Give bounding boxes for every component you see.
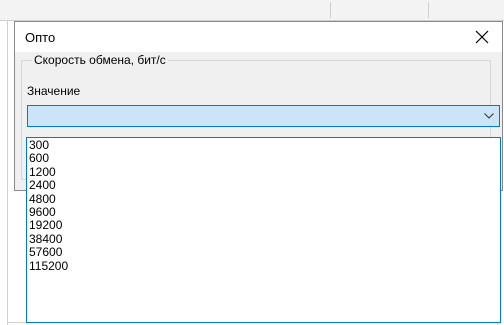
- dropdown-option-38400[interactable]: 38400: [27, 232, 500, 246]
- background-divider: [428, 2, 429, 18]
- dropdown-option-1200[interactable]: 1200: [27, 165, 500, 179]
- dropdown-option-2400[interactable]: 2400: [27, 178, 500, 192]
- dropdown-option-600[interactable]: 600: [27, 151, 500, 165]
- baud-rate-dropdown-list[interactable]: 300 600 1200 2400 4800 9600 19200 38400 …: [26, 137, 501, 323]
- dialog-titlebar[interactable]: Опто: [15, 22, 502, 52]
- value-label: Значение: [27, 84, 81, 98]
- background-divider: [330, 2, 331, 18]
- close-icon: [475, 30, 489, 44]
- dropdown-option-57600[interactable]: 57600: [27, 245, 500, 259]
- chevron-down-icon: [484, 113, 494, 119]
- close-button[interactable]: [462, 22, 502, 52]
- dropdown-option-115200[interactable]: 115200: [27, 259, 500, 273]
- dropdown-option-19200[interactable]: 19200: [27, 218, 500, 232]
- baud-rate-combobox[interactable]: [27, 105, 500, 127]
- dropdown-option-4800[interactable]: 4800: [27, 192, 500, 206]
- dialog-title: Опто: [25, 30, 56, 45]
- combobox-arrow-button[interactable]: [481, 108, 497, 124]
- dropdown-option-9600[interactable]: 9600: [27, 205, 500, 219]
- dropdown-option-300[interactable]: 300: [27, 138, 500, 152]
- groupbox-label: Скорость обмена, бит/с: [32, 53, 168, 67]
- background-window-border: [7, 20, 8, 325]
